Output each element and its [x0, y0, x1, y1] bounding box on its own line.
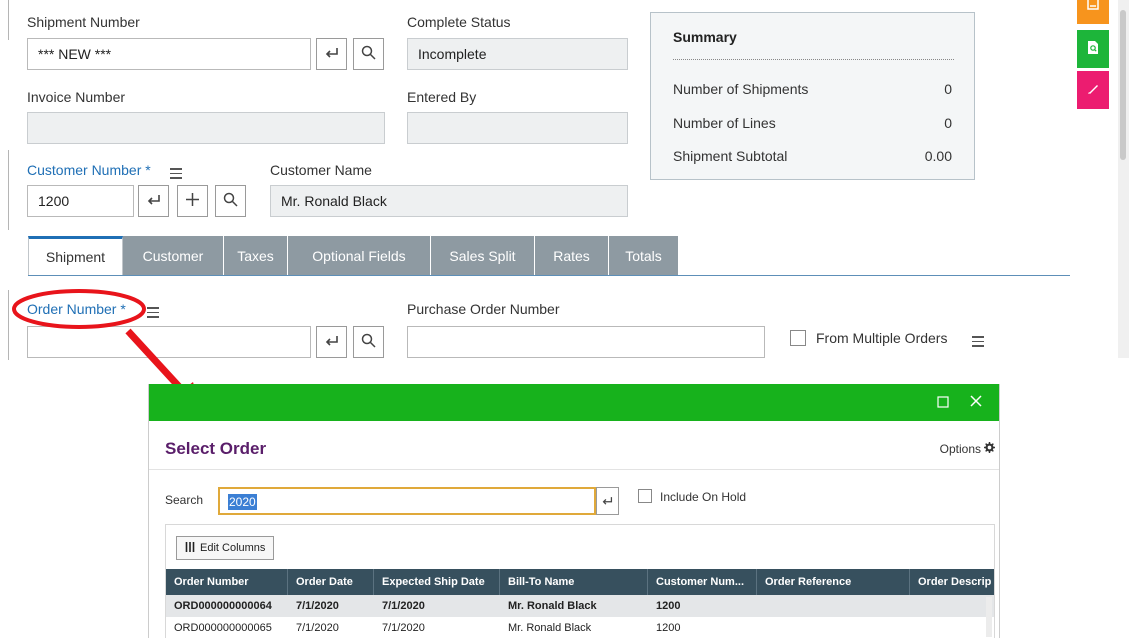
table-cell: Mr. Ronald Black [508, 600, 597, 612]
table-cell: 7/1/2020 [382, 600, 425, 612]
enter-icon [325, 46, 339, 62]
column-header[interactable]: Expected Ship Date [374, 569, 500, 595]
shipment-number-label: Shipment Number [27, 14, 140, 30]
select-order-dialog: Select Order Options Search 2020 Include… [148, 384, 1000, 638]
toolbar-edit-button[interactable] [1077, 71, 1109, 109]
search-icon [361, 45, 376, 63]
table-row[interactable]: ORD000000000065 7/1/2020 7/1/2020 Mr. Ro… [166, 617, 994, 638]
tab-totals[interactable]: Totals [609, 236, 679, 275]
edit-columns-button[interactable]: Edit Columns [176, 536, 275, 560]
table-cell: 7/1/2020 [382, 622, 425, 634]
edit-columns-label: Edit Columns [200, 542, 266, 554]
customer-enter-button[interactable] [138, 185, 169, 217]
table-cell: ORD000000000065 [174, 622, 272, 634]
table-row[interactable]: ORD000000000064 7/1/2020 7/1/2020 Mr. Ro… [166, 595, 994, 617]
order-enter-button[interactable] [316, 326, 347, 358]
grid-scrollbar[interactable] [986, 597, 992, 637]
complete-status-label: Complete Status [407, 14, 511, 30]
table-cell: 7/1/2020 [296, 622, 339, 634]
annotation-arrow [125, 328, 187, 395]
toolbar-document-button[interactable] [1077, 30, 1109, 68]
summary-row: Number of Shipments 0 [673, 81, 952, 97]
table-cell: 7/1/2020 [296, 600, 339, 612]
table-cell: Mr. Ronald Black [508, 622, 592, 634]
close-icon[interactable] [969, 394, 983, 411]
column-header[interactable]: Order Number [166, 569, 288, 595]
customer-number-menu-icon[interactable] [170, 164, 182, 180]
tab-sales-split[interactable]: Sales Split [431, 236, 535, 275]
invoice-number-field [27, 112, 385, 144]
search-value: 2020 [228, 494, 257, 510]
column-header[interactable]: Customer Num... [648, 569, 757, 595]
from-multiple-menu-icon[interactable] [972, 332, 984, 348]
dialog-title: Select Order [165, 439, 267, 458]
enter-icon [325, 334, 339, 350]
tab-optional-fields[interactable]: Optional Fields [288, 236, 431, 275]
po-number-label: Purchase Order Number [407, 301, 560, 317]
customer-search-button[interactable] [215, 185, 246, 217]
shipment-search-button[interactable] [353, 38, 384, 70]
summary-row: Shipment Subtotal 0.00 [673, 148, 952, 164]
gear-icon [984, 442, 995, 456]
scrollbar-thumb[interactable] [1120, 10, 1126, 160]
options-label: Options [939, 442, 981, 456]
tab-customer[interactable]: Customer [123, 236, 224, 275]
search-go-button[interactable] [596, 487, 619, 515]
table-cell [757, 595, 910, 617]
calculator-icon [1087, 0, 1099, 13]
search-label: Search [165, 493, 204, 507]
entered-by-field [407, 112, 628, 144]
customer-name-label: Customer Name [270, 162, 372, 178]
customer-add-button[interactable] [177, 185, 208, 217]
summary-title: Summary [673, 29, 737, 45]
entered-by-label: Entered By [407, 89, 477, 105]
customer-name-field: Mr. Ronald Black [270, 185, 628, 217]
complete-status-field: Incomplete [407, 38, 628, 70]
columns-icon [185, 541, 195, 555]
shipment-number-input[interactable]: *** NEW *** [27, 38, 311, 70]
from-multiple-orders-label: From Multiple Orders [816, 330, 948, 346]
include-on-hold-checkbox[interactable] [638, 489, 652, 503]
search-icon [223, 192, 238, 210]
include-on-hold-label: Include On Hold [660, 490, 747, 504]
customer-number-label: Customer Number * [27, 162, 151, 178]
table-cell [910, 617, 994, 638]
search-icon [361, 333, 376, 351]
customer-number-input[interactable]: 1200 [27, 185, 134, 217]
summary-panel: Summary Number of Shipments 0 Number of L… [650, 12, 975, 180]
annotation-ellipse [12, 289, 146, 329]
table-cell: 1200 [656, 600, 681, 612]
po-number-input[interactable] [407, 326, 765, 358]
summary-row: Number of Lines 0 [673, 115, 952, 131]
maximize-icon[interactable] [937, 395, 949, 411]
enter-icon [147, 193, 161, 209]
plus-icon [185, 192, 200, 210]
options-button[interactable]: Options [940, 442, 995, 456]
shipment-enter-button[interactable] [316, 38, 347, 70]
invoice-number-label: Invoice Number [27, 89, 126, 105]
from-multiple-orders-checkbox[interactable] [790, 330, 806, 346]
orders-grid: Edit Columns Order Number Order Date Exp… [165, 524, 995, 638]
tab-rates[interactable]: Rates [535, 236, 609, 275]
order-search-button[interactable] [353, 326, 384, 358]
enter-icon [602, 493, 613, 509]
tab-bar: Shipment Customer Taxes Optional Fields … [28, 236, 679, 275]
column-header[interactable]: Order Descrip [910, 569, 994, 595]
tab-shipment[interactable]: Shipment [28, 236, 123, 275]
dialog-title-bar [149, 384, 999, 421]
pencil-icon [1086, 82, 1100, 99]
tab-taxes[interactable]: Taxes [224, 236, 288, 275]
table-cell [757, 617, 910, 638]
table-cell: ORD000000000064 [174, 600, 272, 612]
toolbar-calculator-button[interactable] [1077, 0, 1109, 24]
table-cell [910, 595, 994, 617]
column-header[interactable]: Order Reference [757, 569, 910, 595]
table-cell: 1200 [656, 622, 681, 634]
column-header[interactable]: Bill-To Name [500, 569, 648, 595]
search-input[interactable]: 2020 [218, 487, 596, 515]
column-header[interactable]: Order Date [288, 569, 374, 595]
document-search-icon [1087, 40, 1099, 58]
